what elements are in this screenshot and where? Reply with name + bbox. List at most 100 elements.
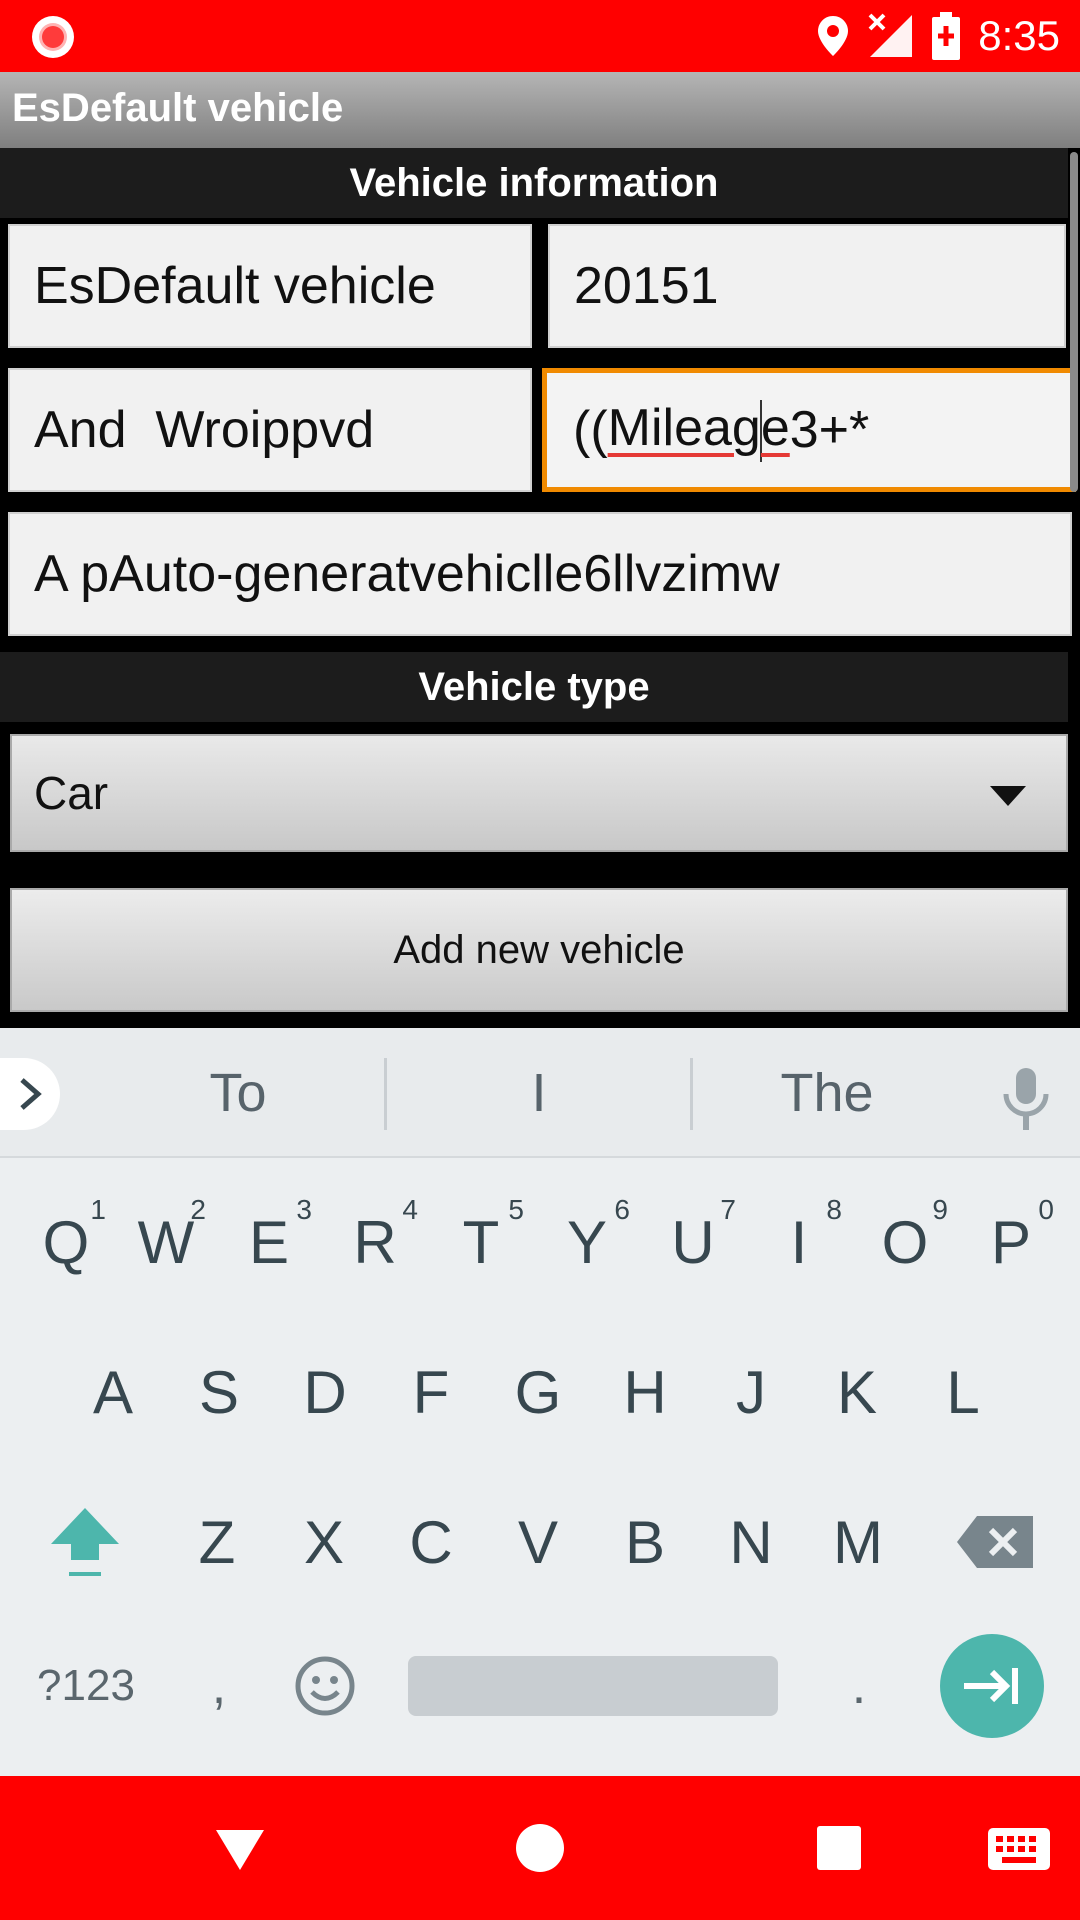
key-c[interactable]: C xyxy=(378,1468,484,1616)
mileage-prefix: (( xyxy=(573,401,608,459)
keyboard-switch-icon[interactable] xyxy=(988,1828,1050,1870)
record-icon xyxy=(32,16,74,58)
key-label: P xyxy=(990,1208,1032,1276)
key-j[interactable]: J xyxy=(698,1318,804,1466)
battery-charging-icon xyxy=(932,12,961,60)
key-t[interactable]: T5 xyxy=(428,1168,534,1316)
soft-keyboard: To I The Q1 W2 E3 R4 T5 Y6 U7 I8 O9 P0 A… xyxy=(0,1028,1080,1776)
suggestion-divider xyxy=(384,1058,387,1130)
key-n[interactable]: N xyxy=(698,1468,804,1616)
vehicle-type-selected: Car xyxy=(34,767,109,819)
suggestion-2[interactable]: I xyxy=(388,1028,690,1158)
expand-suggestions-button[interactable] xyxy=(0,1058,60,1130)
key-hint: 9 xyxy=(932,1194,948,1225)
key-x[interactable]: X xyxy=(270,1468,378,1616)
key-hint: 6 xyxy=(614,1194,630,1225)
vehicle-type-header: Vehicle type xyxy=(0,652,1068,722)
comma-key[interactable]: , xyxy=(166,1612,272,1760)
key-k[interactable]: K xyxy=(804,1318,910,1466)
key-l[interactable]: L xyxy=(910,1318,1016,1466)
key-label: I xyxy=(790,1208,808,1276)
key-label: T xyxy=(462,1208,500,1276)
mileage-misspelled-word: Mileage xyxy=(607,398,790,463)
suggestion-divider xyxy=(690,1058,693,1130)
key-hint: 4 xyxy=(402,1194,418,1225)
key-i[interactable]: I8 xyxy=(746,1168,852,1316)
key-u[interactable]: U7 xyxy=(640,1168,746,1316)
vehicle-description-field[interactable]: A pAuto-generatvehiclle6llvzimw xyxy=(8,512,1072,636)
key-hint: 2 xyxy=(190,1194,206,1225)
key-m[interactable]: M xyxy=(804,1468,912,1616)
key-h[interactable]: H xyxy=(592,1318,698,1466)
key-hint: 8 xyxy=(826,1194,842,1225)
key-e[interactable]: E3 xyxy=(216,1168,322,1316)
scrollbar[interactable] xyxy=(1070,152,1078,492)
vehicle-year-field[interactable]: 20151 xyxy=(548,224,1066,348)
key-label: Y xyxy=(566,1208,608,1276)
navigation-bar xyxy=(0,1776,1080,1920)
key-z[interactable]: Z xyxy=(164,1468,270,1616)
key-d[interactable]: D xyxy=(272,1318,378,1466)
period-key[interactable]: . xyxy=(806,1612,912,1760)
vehicle-information-header: Vehicle information xyxy=(0,148,1068,218)
location-icon xyxy=(818,16,849,56)
key-v[interactable]: V xyxy=(484,1468,592,1616)
app-title: EsDefault vehicle xyxy=(12,86,344,130)
key-f[interactable]: F xyxy=(378,1318,484,1466)
key-hint: 5 xyxy=(508,1194,524,1225)
key-label: U xyxy=(671,1208,715,1276)
space-key[interactable] xyxy=(408,1656,778,1716)
vehicle-make-field[interactable]: And Wroippvd xyxy=(8,368,532,492)
key-r[interactable]: R4 xyxy=(322,1168,428,1316)
vehicle-type-dropdown[interactable]: Car xyxy=(10,734,1068,852)
key-label: O xyxy=(881,1208,929,1276)
signal-off-icon xyxy=(868,13,913,57)
add-new-vehicle-button[interactable]: Add new vehicle xyxy=(10,888,1068,1012)
emoji-key[interactable] xyxy=(272,1612,378,1760)
key-p[interactable]: P0 xyxy=(958,1168,1064,1316)
key-hint: 7 xyxy=(720,1194,736,1225)
vehicle-mileage-field[interactable]: ((Mileage 3+* xyxy=(542,368,1076,492)
suggestion-strip: To I The xyxy=(0,1028,1080,1158)
key-w[interactable]: W2 xyxy=(116,1168,216,1316)
key-o[interactable]: O9 xyxy=(852,1168,958,1316)
app-bar: EsDefault vehicle xyxy=(0,72,1080,148)
chevron-right-icon xyxy=(20,1078,42,1110)
mileage-suffix: 3+* xyxy=(789,401,870,459)
suggestion-1[interactable]: To xyxy=(90,1028,386,1158)
status-time: 8:35 xyxy=(978,12,1060,59)
key-y[interactable]: Y6 xyxy=(534,1168,640,1316)
key-label: W xyxy=(137,1208,195,1276)
key-label: Q xyxy=(42,1208,90,1276)
keyboard-icon xyxy=(996,1836,1036,1863)
vehicle-description-value: A pAuto-generatvehiclle6llvzimw xyxy=(34,545,780,603)
home-icon[interactable] xyxy=(516,1824,564,1872)
key-s[interactable]: S xyxy=(166,1318,272,1466)
shift-key[interactable] xyxy=(30,1468,140,1616)
mileage-word-b: e xyxy=(760,398,790,457)
vehicle-make-value: And Wroippvd xyxy=(34,401,375,459)
key-b[interactable]: B xyxy=(592,1468,698,1616)
suggestion-3[interactable]: The xyxy=(694,1028,960,1158)
key-label: E xyxy=(248,1208,290,1276)
backspace-icon xyxy=(957,1516,1033,1568)
vehicle-name-value: EsDefault vehicle xyxy=(34,257,436,315)
key-a[interactable]: A xyxy=(60,1318,166,1466)
key-hint: 1 xyxy=(90,1194,106,1225)
mileage-word-a: Mileag xyxy=(607,398,761,457)
back-icon[interactable] xyxy=(216,1830,264,1870)
backspace-key[interactable] xyxy=(940,1468,1050,1616)
shift-arrow-icon xyxy=(51,1508,119,1576)
enter-key[interactable] xyxy=(940,1634,1044,1738)
key-hint: 3 xyxy=(296,1194,312,1225)
emoji-icon xyxy=(295,1656,355,1716)
key-g[interactable]: G xyxy=(484,1318,592,1466)
dropdown-arrow-icon xyxy=(990,786,1026,806)
symbols-key[interactable]: ?123 xyxy=(20,1612,152,1760)
vehicle-name-field[interactable]: EsDefault vehicle xyxy=(8,224,532,348)
next-field-icon xyxy=(964,1668,1018,1704)
key-q[interactable]: Q1 xyxy=(16,1168,116,1316)
recent-apps-icon[interactable] xyxy=(817,1826,861,1870)
microphone-icon[interactable] xyxy=(996,1064,1056,1134)
key-hint: 0 xyxy=(1038,1194,1054,1225)
